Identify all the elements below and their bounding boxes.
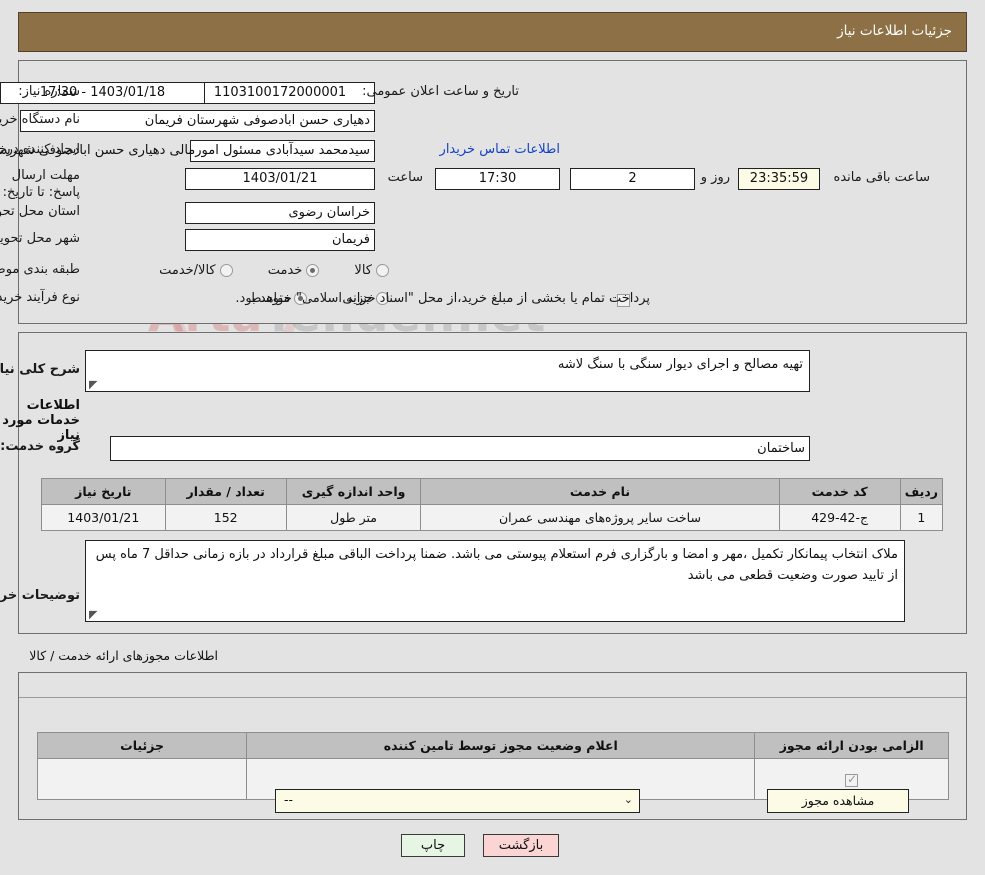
cell-row-no: 1 xyxy=(899,504,944,531)
countdown-value: 23:35:59 xyxy=(738,168,820,190)
service-group-value: ساختمان xyxy=(110,436,810,461)
resize-grip-icon[interactable]: ◥ xyxy=(89,378,99,391)
cell-need-date: 1403/01/21 xyxy=(41,504,166,531)
view-permit-button[interactable]: مشاهده مجوز xyxy=(767,789,909,813)
buyer-contact-link[interactable]: اطلاعات تماس خریدار xyxy=(439,142,560,157)
description-value: تهیه مصالح و اجرای دیوار سنگی با سنگ لاش… xyxy=(557,357,803,372)
deadline-time-label: ساعت xyxy=(387,170,423,185)
back-button[interactable]: بازگشت xyxy=(483,834,559,857)
buyer-notes-label: توضیحات خریدار: xyxy=(0,588,80,603)
city-value: فریمان xyxy=(185,229,375,251)
col-permit-required: الزامی بودن ارائه مجوز xyxy=(754,732,949,759)
deadline-label: مهلت ارسال پاسخ: تا تاریخ: xyxy=(2,168,80,200)
category-radio-khedmat[interactable]: خدمت xyxy=(268,260,326,279)
category-radio-kala-khedmat-label: کالا/خدمت xyxy=(159,263,216,278)
process-label: نوع فرآیند خرید : xyxy=(0,290,80,305)
buyer-notes-value: ملاک انتخاب پیمانکار تکمیل ،مهر و امضا و… xyxy=(95,547,898,583)
col-need-date: تاریخ نیاز xyxy=(41,478,166,505)
cell-service-name: ساخت سایر پروژه‌های مهندسی عمران xyxy=(420,504,780,531)
permit-required-checkbox xyxy=(845,772,859,787)
services-table-header-row: ردیف کد خدمت نام خدمت واحد اندازه گیری ت… xyxy=(41,478,944,505)
requester-value: سیدمحمد سیدآبادی مسئول امورمالی دهیاری ح… xyxy=(0,140,375,162)
description-label: شرح کلی نیاز: xyxy=(0,362,80,377)
countdown-label: ساعت باقی مانده xyxy=(833,170,930,185)
col-unit: واحد اندازه گیری xyxy=(285,478,422,505)
permits-table-header-row: الزامی بودن ارائه مجوز اعلام وضعیت مجوز … xyxy=(36,732,949,759)
buyer-notes-textarea[interactable]: ملاک انتخاب پیمانکار تکمیل ،مهر و امضا و… xyxy=(85,540,905,622)
service-group-label: گروه خدمت: xyxy=(0,439,80,454)
cell-unit: متر طول xyxy=(285,504,422,531)
requester-label: ایجاد کننده درخواست: xyxy=(0,142,80,157)
treasury-note: پرداخت تمام یا بخشی از مبلغ خرید،از محل … xyxy=(235,291,650,306)
remaining-days-label: روز و xyxy=(700,170,730,185)
col-permit-status: اعلام وضعیت مجوز توسط تامین کننده xyxy=(246,732,756,759)
category-radio-kala-label: کالا xyxy=(354,263,372,278)
cell-quantity: 152 xyxy=(164,504,287,531)
category-radio-group: کالا خدمت کالا/خدمت xyxy=(135,260,395,279)
col-service-name: نام خدمت xyxy=(420,478,780,505)
buyer-org-label: نام دستگاه خریدار: xyxy=(0,112,80,127)
print-button[interactable]: چاپ xyxy=(401,834,465,857)
description-textarea[interactable]: تهیه مصالح و اجرای دیوار سنگی با سنگ لاش… xyxy=(85,350,810,392)
province-value: خراسان رضوی xyxy=(185,202,375,224)
page-title: جزئیات اطلاعات نیاز xyxy=(837,23,952,39)
permit-status-value: -- xyxy=(284,792,294,807)
category-radio-kala-khedmat[interactable]: کالا/خدمت xyxy=(159,260,239,279)
need-number-value: 1103100172000001 xyxy=(185,82,375,104)
services-section-title: اطلاعات خدمات مورد نیاز xyxy=(2,398,80,443)
permits-section-title: اطلاعات مجوزهای ارائه خدمت / کالا xyxy=(29,648,218,663)
table-row: 1 ج-42-429 ساخت سایر پروژه‌های مهندسی عم… xyxy=(41,504,944,531)
category-radio-kala[interactable]: کالا xyxy=(354,260,395,279)
services-table: ردیف کد خدمت نام خدمت واحد اندازه گیری ت… xyxy=(41,478,944,531)
deadline-date-value: 1403/01/21 xyxy=(185,168,375,190)
col-permit-details: جزئیات xyxy=(36,732,248,759)
deadline-time-value: 17:30 xyxy=(435,168,560,190)
need-number-label: شماره نیاز: xyxy=(18,84,80,99)
category-label: طبقه بندی موضوعی: xyxy=(0,262,80,277)
chevron-down-icon: ⌄ xyxy=(623,793,633,806)
page-header-bar: جزئیات اطلاعات نیاز xyxy=(18,12,967,52)
permits-panel-divider xyxy=(19,697,966,698)
category-radio-khedmat-label: خدمت xyxy=(267,263,303,278)
col-service-code: کد خدمت xyxy=(778,478,901,505)
col-quantity: تعداد / مقدار xyxy=(164,478,287,505)
cell-service-code: ج-42-429 xyxy=(778,504,901,531)
city-label: شهر محل تحویل: xyxy=(0,231,80,246)
resize-grip-icon-notes[interactable]: ◥ xyxy=(89,608,99,621)
announce-datetime-label: تاریخ و ساعت اعلان عمومی: xyxy=(362,84,519,99)
province-label: استان محل تحویل: xyxy=(0,204,80,219)
col-row-no: ردیف xyxy=(899,478,944,505)
remaining-days-value: 2 xyxy=(570,168,695,190)
cell-permit-details xyxy=(36,758,248,800)
page-root: ArtaTender.net جزئیات اطلاعات نیاز شماره… xyxy=(0,0,985,875)
permit-status-select[interactable]: -- ⌄ xyxy=(275,789,640,813)
